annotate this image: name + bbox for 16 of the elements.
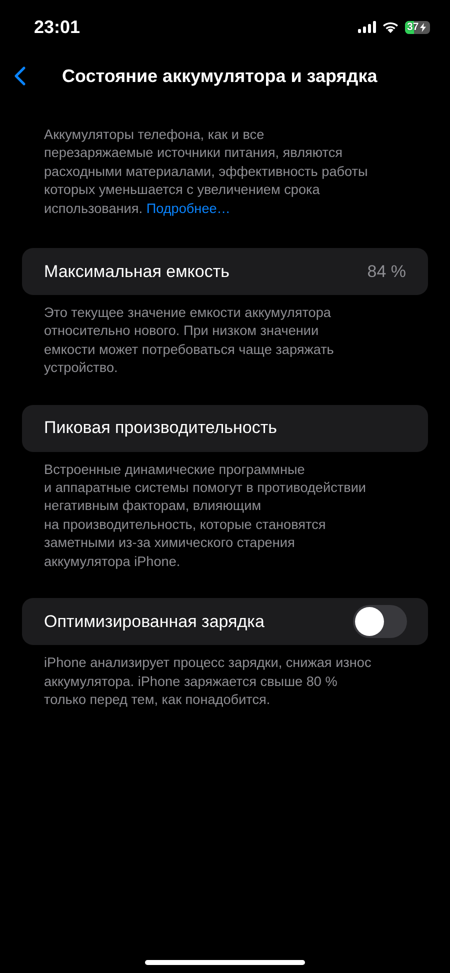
wifi-icon — [382, 21, 399, 33]
clock-time: 23:01 — [34, 16, 80, 38]
row-value: 84 % — [367, 262, 406, 282]
toggle-switch[interactable] — [353, 605, 407, 638]
section-footer: Встроенные динамические программные и аппаратные системы помогут в противодействии негативным факторам, влияющим на производительность, которые становятся заметными из-за химического старения аккумулятора iPhone. — [0, 460, 450, 572]
section-footer: iPhone анализирует процесс зарядки, снижая износ аккумулятора. iPhone заряжается свыше 80 % только перед тем, как понадобится. — [0, 654, 450, 710]
row-label: Пиковая производительность — [44, 418, 278, 438]
section-footer: Это текущее значение емкости аккумулятора относительно нового. При низком значении емкости может потребоваться чаще заряжать устройство. — [0, 304, 450, 378]
back-chevron-icon — [14, 66, 26, 86]
row-label: Максимальная емкость — [44, 262, 230, 282]
row-label: Оптимизированная зарядка — [44, 612, 264, 632]
signal-icon — [358, 21, 376, 33]
more-link[interactable]: Подробнее… — [146, 200, 230, 216]
bolt-icon — [420, 22, 426, 32]
intro-text: Аккумуляторы телефона, как и все перезаряжаемые источники питания, являются расходными материалами, эффективность работы которых уменьшается с увеличением срока использования. Подробнее… — [43, 126, 369, 218]
page-title: Состояние аккумулятора и зарядка — [62, 66, 378, 86]
